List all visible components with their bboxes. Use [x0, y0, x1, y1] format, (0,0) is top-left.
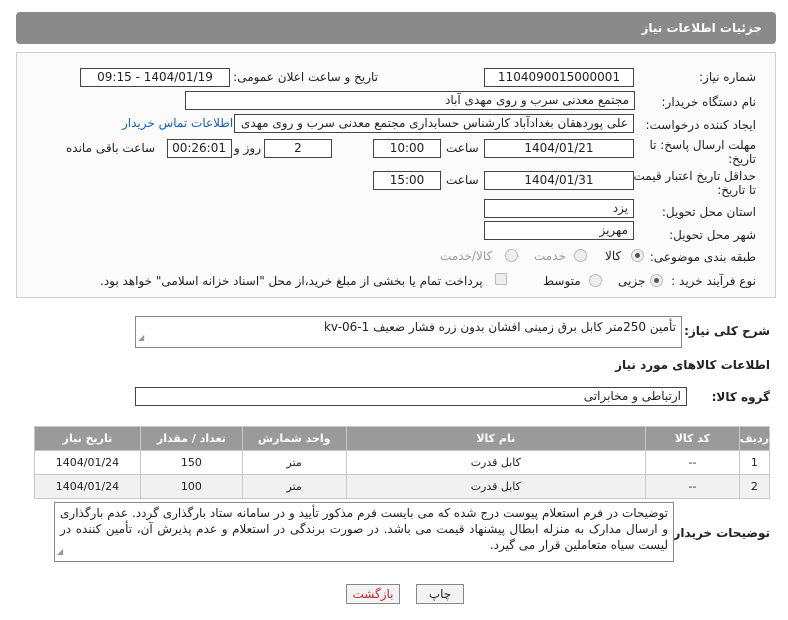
treasury-checkbox[interactable]	[495, 273, 507, 285]
city-label: شهر محل تحویل:	[669, 228, 756, 242]
reply-deadline-label: مهلت ارسال پاسخ: تا	[649, 138, 756, 152]
province-field: یزد	[484, 199, 634, 218]
remaining-time-label: ساعت باقی مانده	[66, 141, 156, 155]
price-validity-date: 1404/01/31	[484, 171, 634, 190]
table-row: 1 -- کابل قدرت متر 150 1404/01/24	[34, 450, 771, 475]
category-radio-both[interactable]	[505, 249, 518, 262]
requester-field: علی پوردهقان بغدادآباد کارشناس حسابداری …	[234, 114, 634, 133]
cell-qty: 150	[139, 450, 243, 475]
col-row: ردیف	[738, 426, 771, 451]
description-textarea[interactable]: تأمین 250متر کابل برق زمینی افشان بدون ز…	[135, 316, 682, 348]
price-validity-time-label: ساعت	[446, 173, 479, 187]
reply-time-label: ساعت	[446, 141, 479, 155]
cell-code: --	[644, 474, 740, 499]
goods-table: ردیف کد کالا نام کالا واحد شمارش تعداد /…	[34, 426, 771, 499]
price-validity-label: حداقل تاریخ اعتبار قیمت:	[629, 169, 756, 183]
need-number-field: 1104090015000001	[484, 68, 634, 87]
description-text: تأمین 250متر کابل برق زمینی افشان بدون ز…	[323, 320, 676, 334]
description-label: شرح کلی نیاز:	[684, 324, 770, 338]
reply-days-label: روز و	[234, 141, 261, 155]
table-row: 2 -- کابل قدرت متر 100 1404/01/24	[34, 474, 771, 499]
category-radio-goods[interactable]	[631, 249, 644, 262]
col-unit: واحد شمارش	[241, 426, 347, 451]
purchase-option-medium: متوسط	[543, 274, 581, 288]
buyer-notes-text: توضیحات در فرم استعلام پیوست درج شده که …	[60, 506, 668, 552]
goods-group-label: گروه کالا:	[711, 390, 770, 404]
cell-date: 1404/01/24	[34, 450, 141, 475]
resize-grip-icon: ◢	[138, 333, 145, 342]
announce-datetime-field: 1404/01/19 - 09:15	[80, 68, 230, 87]
goods-section-title: اطلاعات کالاهای مورد نیاز	[615, 358, 770, 372]
buyer-org-field: مجتمع معدنی سرب و روی مهدی آباد	[185, 91, 635, 110]
cell-row: 2	[738, 474, 771, 499]
page-title: جزئیات اطلاعات نیاز	[641, 21, 762, 35]
col-qty: تعداد / مقدار	[139, 426, 243, 451]
cell-unit: متر	[241, 450, 347, 475]
purchase-type-label: نوع فرآیند خرید :	[671, 274, 756, 288]
province-label: استان محل تحویل:	[661, 205, 756, 219]
city-field: مهریز	[484, 221, 634, 240]
category-option-service: خدمت	[534, 249, 566, 263]
page-header: جزئیات اطلاعات نیاز	[16, 12, 776, 44]
buyer-org-label: نام دستگاه خریدار:	[661, 95, 757, 109]
print-button[interactable]: چاپ	[416, 584, 464, 604]
cell-qty: 100	[139, 474, 243, 499]
goods-table-header: ردیف کد کالا نام کالا واحد شمارش تعداد /…	[34, 426, 771, 451]
category-radio-service[interactable]	[574, 249, 587, 262]
cell-date: 1404/01/24	[34, 474, 141, 499]
price-validity-time: 15:00	[373, 171, 441, 190]
col-date: تاریخ نیاز	[34, 426, 141, 451]
requester-label: ایجاد کننده درخواست:	[645, 118, 756, 132]
remaining-time-field: 00:26:01	[167, 139, 232, 158]
category-option-goods: کالا	[605, 249, 622, 263]
col-code: کد کالا	[644, 426, 740, 451]
need-number-label: شماره نیاز:	[699, 70, 756, 84]
goods-group-field: ارتباطی و مخابراتی	[135, 387, 687, 406]
cell-row: 1	[738, 450, 771, 475]
purchase-radio-minor[interactable]	[650, 274, 663, 287]
cell-name: کابل قدرت	[345, 450, 646, 475]
reply-deadline-date: 1404/01/21	[484, 139, 634, 158]
purchase-option-minor: جزیی	[618, 274, 646, 288]
buyer-notes-label: توضیحات خریدار:	[668, 526, 770, 540]
cell-unit: متر	[241, 474, 347, 499]
treasury-note: پرداخت تمام یا بخشی از مبلغ خرید،از محل …	[100, 274, 483, 288]
price-validity-label-2: تا تاریخ:	[717, 183, 756, 197]
cell-name: کابل قدرت	[345, 474, 646, 499]
reply-deadline-time: 10:00	[373, 139, 441, 158]
category-label: طبقه بندی موضوعی:	[649, 250, 756, 264]
col-name: نام کالا	[345, 426, 646, 451]
cell-code: --	[644, 450, 740, 475]
purchase-radio-medium[interactable]	[589, 274, 602, 287]
category-option-both: کالا/خدمت	[440, 249, 493, 263]
buyer-notes-textarea[interactable]: توضیحات در فرم استعلام پیوست درج شده که …	[54, 502, 674, 562]
reply-days-field: 2	[264, 139, 332, 158]
resize-grip-icon: ◢	[57, 547, 64, 556]
buyer-contact-link[interactable]: اطلاعات تماس خریدار	[122, 116, 233, 130]
reply-deadline-label-2: تاریخ:	[728, 152, 756, 166]
announce-datetime-label: تاریخ و ساعت اعلان عمومی:	[233, 70, 378, 84]
back-button[interactable]: بازگشت	[346, 584, 400, 604]
